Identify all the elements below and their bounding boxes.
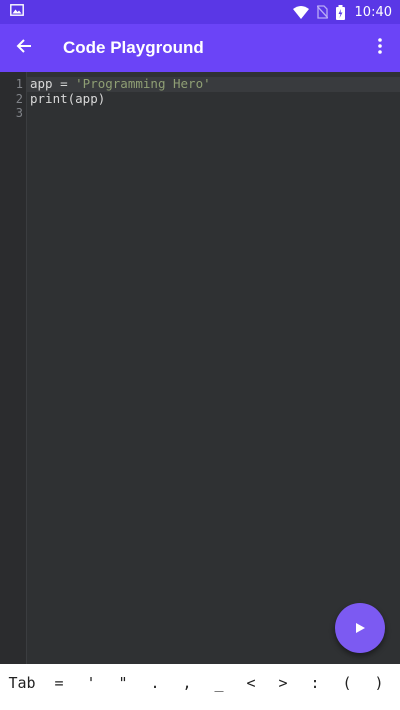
- code-text: print(app): [30, 90, 106, 106]
- symbol-key-single-quote[interactable]: ': [82, 672, 100, 694]
- symbol-key-comma[interactable]: ,: [178, 672, 196, 694]
- status-time: 10:40: [354, 4, 392, 20]
- symbol-key-double-quote[interactable]: ": [114, 672, 132, 694]
- code-line-1[interactable]: app = 'Programming Hero': [30, 76, 211, 92]
- page-title: Code Playground: [63, 38, 204, 57]
- status-right: 10:40: [292, 4, 392, 20]
- run-button[interactable]: [335, 603, 385, 653]
- back-button[interactable]: [0, 24, 48, 72]
- arrow-left-icon: [16, 38, 32, 58]
- code-text: app =: [30, 76, 76, 91]
- battery-icon: [335, 4, 345, 20]
- symbol-key-tab[interactable]: Tab: [6, 672, 38, 694]
- line-number: 2: [15, 91, 23, 106]
- more-vert-icon: [378, 38, 382, 58]
- status-left: [10, 4, 24, 20]
- symbol-bar: Tab = ' " . , _ < > : ( ): [0, 664, 400, 710]
- code-editor[interactable]: 1 2 3 app = 'Programming Hero' print(app…: [0, 72, 400, 664]
- string-literal: 'Programming Hero': [75, 76, 211, 91]
- app-bar: Code Playground: [0, 24, 400, 72]
- symbol-key-greater-than[interactable]: >: [274, 672, 292, 694]
- image-icon: [10, 4, 24, 20]
- symbol-key-colon[interactable]: :: [306, 672, 324, 694]
- symbol-key-close-paren[interactable]: ): [370, 672, 388, 694]
- symbol-key-less-than[interactable]: <: [242, 672, 260, 694]
- line-number: 3: [15, 106, 23, 120]
- symbol-key-open-paren[interactable]: (: [338, 672, 356, 694]
- line-number: 1: [15, 77, 23, 91]
- symbol-key-equals[interactable]: =: [50, 672, 68, 694]
- play-icon: [354, 619, 366, 638]
- status-bar: 10:40: [0, 0, 400, 24]
- more-options-button[interactable]: [360, 24, 400, 72]
- wifi-icon: [292, 5, 309, 19]
- code-line-2[interactable]: print(app): [30, 90, 106, 107]
- line-number-gutter: 1 2 3: [0, 72, 27, 664]
- symbol-key-underscore[interactable]: _: [210, 672, 228, 694]
- symbol-key-period[interactable]: .: [146, 672, 164, 694]
- no-sim-icon: [316, 5, 328, 19]
